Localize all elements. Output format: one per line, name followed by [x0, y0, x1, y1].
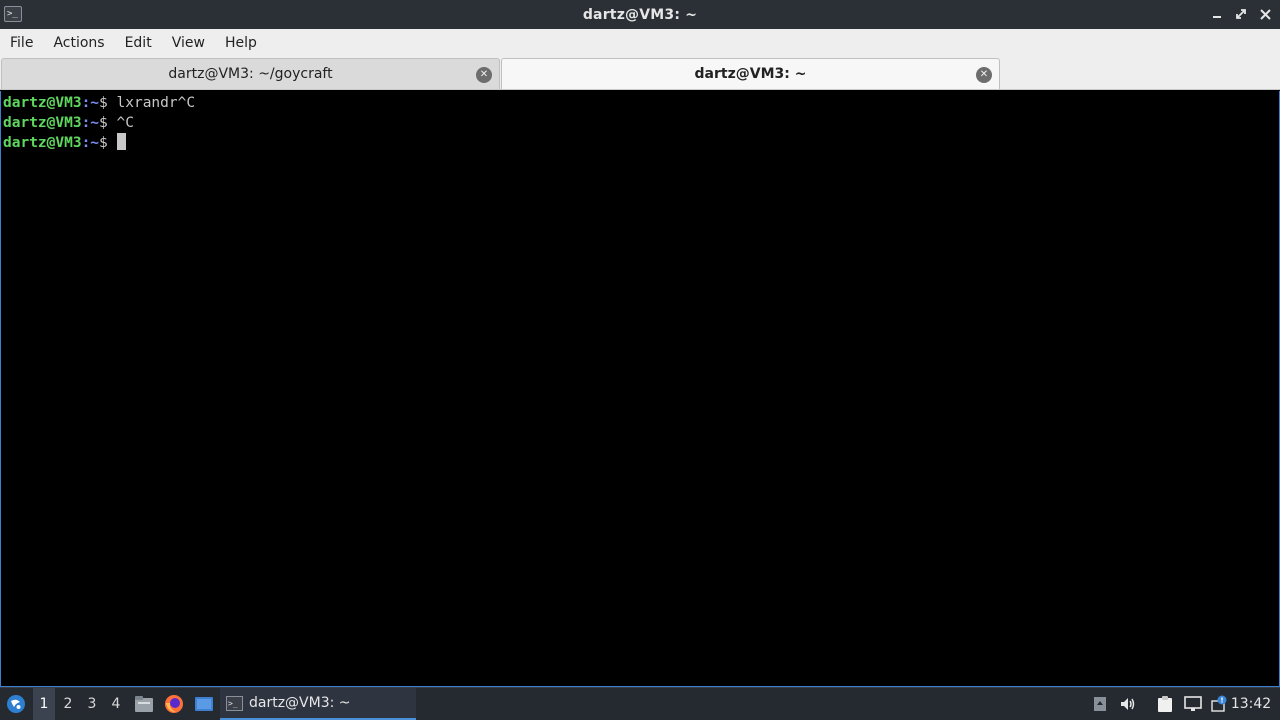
tray-up-icon[interactable]	[1090, 688, 1110, 720]
firefox-icon[interactable]	[163, 688, 185, 720]
prompt-path: :~	[81, 115, 100, 131]
desktop-icon[interactable]	[193, 688, 215, 720]
terminal-cursor	[116, 133, 126, 150]
workspace-2[interactable]: 2	[57, 688, 79, 720]
prompt-path: :~	[81, 135, 100, 151]
tab-goycraft[interactable]: dartz@VM3: ~/goycraft ✕	[1, 58, 500, 89]
prompt-user: dartz@VM3	[3, 135, 82, 151]
workspace-3[interactable]: 3	[81, 688, 103, 720]
tab-bar: dartz@VM3: ~/goycraft ✕ dartz@VM3: ~ ✕	[0, 57, 1280, 90]
tab-label: dartz@VM3: ~	[694, 66, 807, 82]
menu-bar: File Actions Edit View Help	[0, 29, 1280, 57]
task-label: dartz@VM3: ~	[249, 695, 351, 711]
maximize-icon[interactable]	[1232, 4, 1250, 24]
clipboard-icon[interactable]	[1155, 688, 1175, 720]
title-bar: >_ dartz@VM3: ~	[0, 0, 1280, 29]
window-controls	[1208, 4, 1274, 24]
start-menu-icon[interactable]	[4, 688, 28, 720]
workspace-4[interactable]: 4	[105, 688, 127, 720]
clock[interactable]: 13:42	[1230, 688, 1272, 720]
terminal-line: dartz@VM3:~$ ^C	[3, 113, 1279, 133]
menu-file[interactable]: File	[0, 29, 43, 57]
command-text: ^C	[116, 115, 134, 131]
file-manager-icon[interactable]	[133, 688, 155, 720]
update-notifier-icon[interactable]	[1209, 688, 1229, 720]
taskbar-task-terminal[interactable]: >_ dartz@VM3: ~	[220, 688, 416, 720]
tab-label: dartz@VM3: ~/goycraft	[168, 66, 333, 82]
menu-help[interactable]: Help	[215, 29, 267, 57]
menu-edit[interactable]: Edit	[115, 29, 162, 57]
close-icon[interactable]	[1256, 4, 1274, 24]
menu-view[interactable]: View	[162, 29, 215, 57]
tab-close-icon[interactable]: ✕	[476, 67, 492, 83]
workspace-1[interactable]: 1	[33, 688, 55, 720]
window-title: dartz@VM3: ~	[582, 6, 698, 23]
terminal-icon[interactable]: >_	[4, 6, 22, 22]
command-text: lxrandr^C	[116, 95, 196, 111]
prompt-user: dartz@VM3	[3, 95, 82, 111]
menu-actions[interactable]: Actions	[43, 29, 114, 57]
prompt-symbol: $	[99, 95, 117, 111]
prompt-user: dartz@VM3	[3, 115, 82, 131]
tab-close-icon[interactable]: ✕	[976, 67, 992, 83]
volume-icon[interactable]	[1118, 688, 1138, 720]
terminal-area[interactable]: dartz@VM3:~$ lxrandr^C dartz@VM3:~$ ^C d…	[0, 91, 1280, 687]
prompt-symbol: $	[99, 135, 117, 151]
prompt-path: :~	[81, 95, 100, 111]
tab-home[interactable]: dartz@VM3: ~ ✕	[501, 58, 1000, 89]
minimize-icon[interactable]	[1208, 4, 1226, 24]
taskbar: 1 2 3 4 >_ dartz@VM3: ~ 13:42	[0, 687, 1280, 720]
network-icon[interactable]	[1182, 688, 1204, 720]
terminal-line: dartz@VM3:~$	[3, 133, 1279, 153]
terminal-line: dartz@VM3:~$ lxrandr^C	[3, 93, 1279, 113]
prompt-symbol: $	[99, 115, 117, 131]
terminal-icon: >_	[226, 695, 243, 711]
